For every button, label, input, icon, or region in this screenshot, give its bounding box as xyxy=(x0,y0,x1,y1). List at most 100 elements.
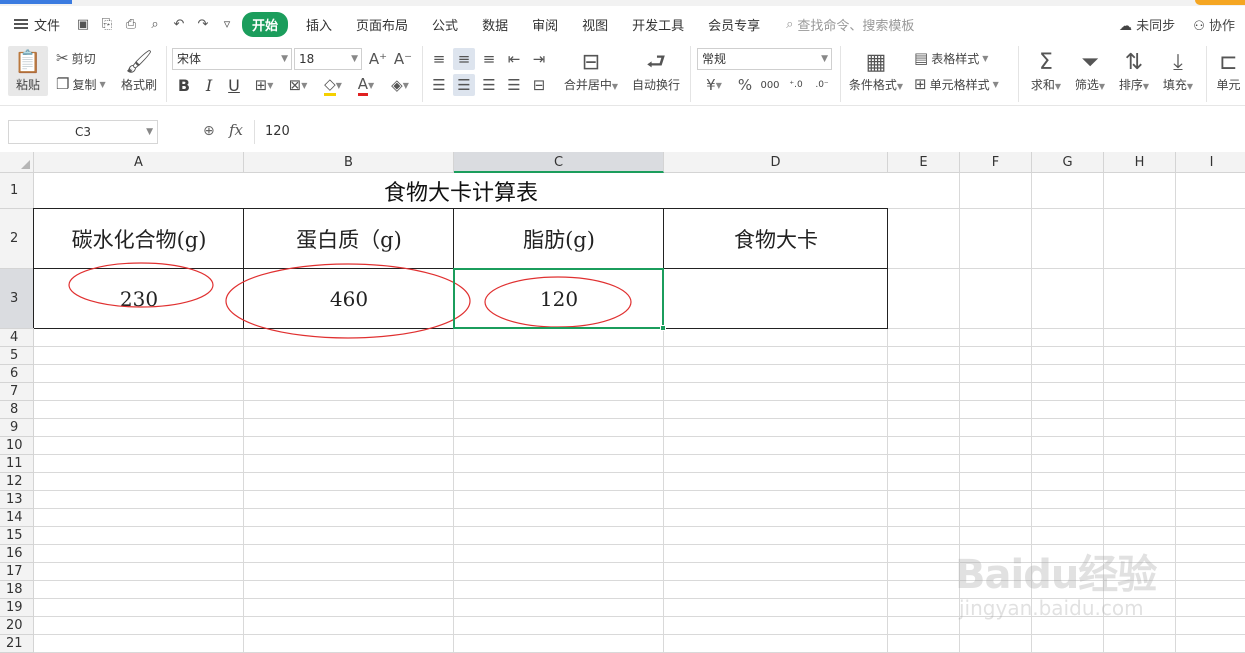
increase-indent-icon[interactable]: ⇥ xyxy=(528,48,550,70)
column-header-i[interactable]: I xyxy=(1176,152,1245,173)
value-cell-a[interactable]: 230 xyxy=(34,269,244,329)
collab-button[interactable]: ⚇ 协作 xyxy=(1193,15,1235,34)
tab-home[interactable]: 开始 xyxy=(242,11,289,37)
copy-button[interactable]: ❐ 复制 ▼ xyxy=(56,74,106,94)
decrease-decimal-icon[interactable]: .0⁻ xyxy=(810,74,834,96)
header-cell-a[interactable]: 碳水化合物(g) xyxy=(34,209,244,269)
sum-button[interactable]: Σ 求和▼ xyxy=(1026,46,1066,96)
underline-icon[interactable]: U xyxy=(224,74,244,96)
row-header-16[interactable]: 16 xyxy=(0,545,34,563)
table-title[interactable]: 食物大卡计算表 xyxy=(34,173,888,209)
select-all-corner[interactable] xyxy=(0,152,34,173)
row-header-10[interactable]: 10 xyxy=(0,437,34,455)
column-header-f[interactable]: F xyxy=(960,152,1032,173)
font-size-select[interactable]: 18 ▼ xyxy=(294,48,362,70)
currency-icon[interactable]: ¥ ▼ xyxy=(700,74,728,96)
format-painter-button[interactable]: 🖌 格式刷 xyxy=(118,46,160,96)
sort-button[interactable]: ⇅ 排序▼ xyxy=(1114,46,1154,96)
row-header-12[interactable]: 12 xyxy=(0,473,34,491)
zoom-search-icon[interactable]: ⊕ xyxy=(203,123,215,139)
row-header-4[interactable]: 4 xyxy=(0,329,34,347)
column-header-e[interactable]: E xyxy=(888,152,960,173)
row-header-20[interactable]: 20 xyxy=(0,617,34,635)
tab-insert[interactable]: 插入 xyxy=(294,15,344,34)
row-header-11[interactable]: 11 xyxy=(0,455,34,473)
tab-page-layout[interactable]: 页面布局 xyxy=(344,15,420,34)
column-header-g[interactable]: G xyxy=(1032,152,1104,173)
decrease-font-icon[interactable]: A⁻ xyxy=(393,48,413,70)
row-header-2[interactable]: 2 xyxy=(0,209,34,269)
conditional-format-button[interactable]: ▦ 条件格式▼ xyxy=(846,46,906,96)
cut-button[interactable]: ✂ 剪切 xyxy=(56,48,96,68)
fill-handle[interactable] xyxy=(660,325,666,331)
increase-decimal-icon[interactable]: ⁺.0 xyxy=(784,74,808,96)
row-header-18[interactable]: 18 xyxy=(0,581,34,599)
tab-developer[interactable]: 开发工具 xyxy=(620,15,696,34)
font-color-icon[interactable]: A ▼ xyxy=(352,74,380,96)
cell-selection-box[interactable] xyxy=(453,268,666,331)
row-header-17[interactable]: 17 xyxy=(0,563,34,581)
align-center-icon[interactable]: ☰ xyxy=(453,74,475,96)
file-menu[interactable]: 文件 xyxy=(0,15,72,34)
cell-button[interactable]: ⊏ 单元 xyxy=(1212,46,1245,96)
tab-data[interactable]: 数据 xyxy=(470,15,520,34)
align-middle-icon[interactable]: ≡ xyxy=(453,48,475,70)
increase-font-icon[interactable]: A⁺ xyxy=(368,48,388,70)
formula-input[interactable]: 120 xyxy=(254,120,1245,144)
tab-view[interactable]: 视图 xyxy=(570,15,620,34)
row-header-15[interactable]: 15 xyxy=(0,527,34,545)
number-format-select[interactable]: 常规 ▼ xyxy=(697,48,832,70)
align-left-icon[interactable]: ☰ xyxy=(428,74,450,96)
column-header-c[interactable]: C xyxy=(454,152,664,173)
export-icon[interactable]: ⎘ xyxy=(96,17,118,32)
filter-button[interactable]: ⏷ 筛选▼ xyxy=(1070,46,1110,96)
redo-icon[interactable]: ↷ xyxy=(192,17,214,32)
row-header-1[interactable]: 1 xyxy=(0,173,34,209)
percent-icon[interactable]: % xyxy=(734,74,756,96)
row-header-21[interactable]: 21 xyxy=(0,635,34,653)
column-header-d[interactable]: D xyxy=(664,152,888,173)
column-header-b[interactable]: B xyxy=(244,152,454,173)
wrap-text-button[interactable]: ⮐ 自动换行 xyxy=(630,46,682,96)
name-box[interactable]: C3 ▼ xyxy=(8,120,158,144)
fill-button[interactable]: ⤓ 填充▼ xyxy=(1158,46,1198,96)
italic-icon[interactable]: I xyxy=(199,74,219,96)
row-header-14[interactable]: 14 xyxy=(0,509,34,527)
thousands-icon[interactable]: 000 xyxy=(758,74,782,96)
command-search[interactable]: ⌕ 查找命令、搜索模板 xyxy=(786,15,914,34)
column-header-h[interactable]: H xyxy=(1104,152,1176,173)
row-header-3[interactable]: 3 xyxy=(0,269,34,329)
header-cell-d[interactable]: 食物大卡 xyxy=(664,209,888,269)
function-icon[interactable]: fx xyxy=(229,121,243,139)
header-cell-b[interactable]: 蛋白质（g) xyxy=(244,209,454,269)
row-header-19[interactable]: 19 xyxy=(0,599,34,617)
paste-button[interactable]: 📋 粘贴 xyxy=(8,46,48,96)
align-right-icon[interactable]: ☰ xyxy=(478,74,500,96)
decrease-indent-icon[interactable]: ⇤ xyxy=(503,48,525,70)
column-header-a[interactable]: A xyxy=(34,152,244,173)
clear-format-icon[interactable]: ◈ ▼ xyxy=(385,74,415,96)
justify-icon[interactable]: ☰ xyxy=(503,74,525,96)
value-cell-d[interactable] xyxy=(664,269,888,329)
distributed-icon[interactable]: ⊟ xyxy=(528,74,550,96)
row-header-9[interactable]: 9 xyxy=(0,419,34,437)
row-header-8[interactable]: 8 xyxy=(0,401,34,419)
borders-icon[interactable]: ⊞ ▼ xyxy=(250,74,278,96)
header-cell-c[interactable]: 脂肪(g) xyxy=(454,209,664,269)
undo-icon[interactable]: ↶ xyxy=(168,17,190,32)
tab-review[interactable]: 审阅 xyxy=(520,15,570,34)
print-preview-icon[interactable]: ⌕ xyxy=(144,17,166,32)
align-top-icon[interactable]: ≡ xyxy=(428,48,450,70)
cell-fill-pattern-icon[interactable]: ⊠ ▼ xyxy=(283,74,313,96)
fill-color-icon[interactable]: ◇ ▼ xyxy=(318,74,348,96)
font-name-select[interactable]: 宋体 ▼ xyxy=(172,48,292,70)
tab-formulas[interactable]: 公式 xyxy=(420,15,470,34)
row-header-7[interactable]: 7 xyxy=(0,383,34,401)
sync-status[interactable]: ☁ 未同步 xyxy=(1119,15,1175,34)
table-style-button[interactable]: ▤ 表格样式 ▼ xyxy=(914,48,988,68)
align-bottom-icon[interactable]: ≡ xyxy=(478,48,500,70)
cell-style-button[interactable]: ⊞ 单元格样式 ▼ xyxy=(914,74,999,94)
value-cell-b[interactable]: 460 xyxy=(244,269,454,329)
row-header-5[interactable]: 5 xyxy=(0,347,34,365)
row-header-6[interactable]: 6 xyxy=(0,365,34,383)
